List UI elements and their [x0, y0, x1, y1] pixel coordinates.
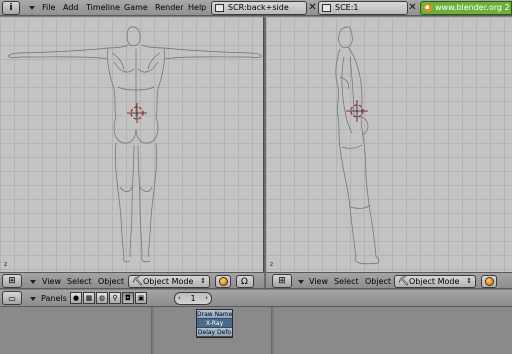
menu-view[interactable]: View	[309, 277, 328, 287]
dropdown-arrows-icon: ⇕	[466, 277, 472, 285]
screen-icon	[215, 4, 224, 12]
frame-number-field[interactable]: ‹ 1 ›	[174, 292, 212, 305]
grid-icon: ⊞	[278, 276, 286, 286]
buttons-window-header: ▭ Panels ● ▦ ◍ ⚲ ◘ ▣ ‹ 1 ›	[0, 290, 512, 307]
menu-render[interactable]: Render	[155, 3, 183, 13]
menu-item-delay-defo[interactable]: Delay Defo	[197, 328, 232, 337]
axis-indicator: z	[4, 261, 8, 268]
object-draw-popup-menu: Draw Name X-Ray Delay Defo	[196, 309, 233, 338]
object-mode-icon: ⛏	[398, 277, 410, 287]
menu-collapse-triangle-icon[interactable]	[29, 6, 35, 10]
window-type-button[interactable]: i	[2, 1, 20, 15]
buttons-window-icon: ▭	[8, 293, 16, 303]
blender-url-text: www.blender.org 2	[435, 3, 510, 12]
header-collapse-triangle-icon[interactable]	[30, 297, 36, 301]
scene-selector[interactable]: SCE:1	[318, 1, 408, 15]
snap-button[interactable]: Ω	[236, 275, 254, 288]
scene-context-icon[interactable]: ▣	[135, 292, 147, 304]
mode-label: Object Mode	[143, 277, 194, 286]
3d-viewport-back[interactable]: z	[0, 17, 264, 272]
axis-indicator: z	[270, 261, 274, 268]
panels-label[interactable]: Panels	[41, 294, 67, 304]
window-type-button-right[interactable]: ⊞	[272, 274, 292, 288]
grid-icon: ⊞	[8, 276, 16, 286]
header-collapse-triangle-icon[interactable]	[298, 280, 304, 284]
frame-number: 1	[190, 294, 196, 303]
draw-type-button[interactable]	[215, 275, 231, 288]
object-context-icon[interactable]: ⚲	[109, 292, 121, 304]
blender-url-badge[interactable]: www.blender.org 2	[420, 1, 512, 15]
draw-type-icon	[485, 277, 494, 286]
figure-back-sketch	[7, 26, 263, 263]
scene-close-icon[interactable]: ✕	[407, 2, 418, 14]
3d-cursor-side-icon	[346, 100, 368, 122]
scene-name: SCE:1	[335, 3, 359, 12]
scene-icon	[322, 4, 331, 12]
mode-selector[interactable]: ⛏ Object Mode ⇕	[394, 275, 476, 288]
menu-item-x-ray[interactable]: X-Ray	[197, 319, 232, 328]
menu-object[interactable]: Object	[365, 277, 391, 287]
script-context-icon[interactable]: ▦	[83, 292, 95, 304]
figure-side-sketch	[335, 26, 380, 265]
menu-add[interactable]: Add	[63, 3, 79, 13]
magnet-icon: Ω	[241, 277, 248, 287]
draw-type-button[interactable]	[481, 275, 497, 288]
dropdown-arrows-icon: ⇕	[200, 277, 206, 285]
window-type-button-left[interactable]: ⊞	[2, 274, 22, 288]
3d-viewport-side[interactable]: z	[266, 17, 512, 272]
buttons-window-body	[0, 307, 512, 354]
screen-close-icon[interactable]: ✕	[307, 2, 318, 14]
blender-logo-icon	[424, 4, 432, 12]
menu-timeline[interactable]: Timeline	[86, 3, 120, 13]
panel-left	[0, 307, 152, 354]
3d-cursor-icon	[127, 103, 147, 123]
screen-name: SCR:back+side	[228, 3, 289, 12]
shading-context-icon[interactable]: ◍	[96, 292, 108, 304]
decrement-arrow-icon[interactable]: ‹	[178, 293, 181, 304]
panel-right	[274, 307, 512, 354]
increment-arrow-icon[interactable]: ›	[205, 293, 208, 304]
menu-object[interactable]: Object	[98, 277, 124, 287]
menu-view[interactable]: View	[42, 277, 61, 287]
menu-help[interactable]: Help	[188, 3, 206, 13]
top-menu-bar: i File Add Timeline Game Render Help SCR…	[0, 0, 512, 16]
screen-selector[interactable]: SCR:back+side	[211, 1, 307, 15]
draw-type-icon	[219, 277, 228, 286]
info-icon: i	[9, 3, 13, 13]
object-mode-icon: ⛏	[132, 277, 144, 287]
logic-context-icon[interactable]: ●	[70, 292, 82, 304]
menu-item-draw-name[interactable]: Draw Name	[197, 310, 232, 319]
mode-label: Object Mode	[409, 277, 460, 286]
menu-file[interactable]: File	[42, 3, 55, 13]
menu-select[interactable]: Select	[334, 277, 359, 287]
mode-selector[interactable]: ⛏ Object Mode ⇕	[128, 275, 210, 288]
header-collapse-triangle-icon[interactable]	[30, 280, 36, 284]
window-type-button-buttons[interactable]: ▭	[2, 291, 22, 305]
menu-select[interactable]: Select	[67, 277, 92, 287]
view-header-left: ⊞ View Select Object ⛏ Object Mode ⇕ Ω	[0, 272, 264, 289]
view-header-right: ⊞ View Select Object ⛏ Object Mode ⇕	[266, 272, 512, 289]
menu-game[interactable]: Game	[124, 3, 148, 13]
editing-context-icon[interactable]: ◘	[122, 292, 134, 304]
